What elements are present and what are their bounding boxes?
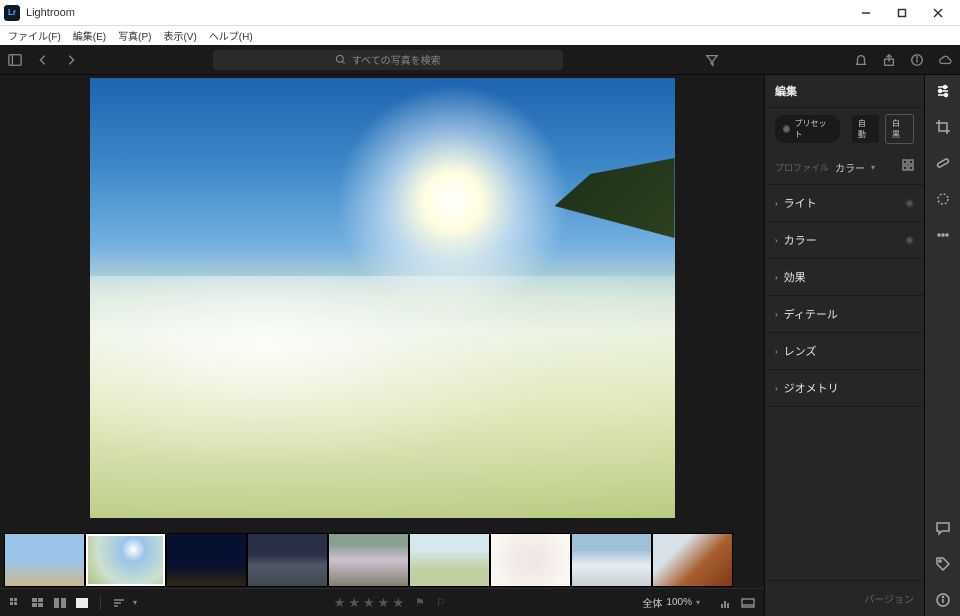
mask-tool-icon[interactable]	[933, 189, 953, 209]
star-rating[interactable]: ★ ★ ★ ★ ★ ⚑ ⚐	[334, 595, 446, 611]
more-tools-icon[interactable]	[933, 225, 953, 245]
single-view-icon[interactable]	[74, 596, 90, 610]
chevron-right-icon: ›	[775, 199, 778, 208]
share-icon[interactable]	[882, 53, 896, 67]
search-input[interactable]: すべての写真を検索	[213, 50, 563, 70]
filter-icon[interactable]	[705, 53, 719, 67]
top-toolbar: すべての写真を検索	[0, 45, 960, 75]
menu-bar: ファイル(F) 編集(E) 写真(P) 表示(V) ヘルプ(H)	[0, 26, 960, 45]
section-effects[interactable]: › 効果	[765, 259, 924, 296]
section-geometry[interactable]: › ジオメトリ	[765, 370, 924, 407]
profile-value: カラー	[835, 160, 865, 175]
panel-toggle-icon[interactable]	[8, 53, 22, 67]
star-icon[interactable]: ★	[363, 595, 375, 611]
window-maximize-button[interactable]	[884, 1, 920, 25]
bw-button[interactable]: 白黒	[885, 114, 914, 144]
photo-canvas[interactable]	[0, 75, 764, 532]
zoom-value[interactable]: 100%	[666, 597, 692, 608]
version-label[interactable]: バージョン	[765, 580, 924, 616]
edit-panel-title: 編集	[765, 75, 924, 108]
grid-view-large-icon[interactable]	[30, 596, 46, 610]
chevron-right-icon: ›	[775, 384, 778, 393]
menu-help[interactable]: ヘルプ(H)	[205, 28, 257, 43]
menu-file[interactable]: ファイル(F)	[4, 28, 65, 43]
star-icon[interactable]: ★	[348, 595, 360, 611]
back-arrow-icon[interactable]	[36, 53, 50, 67]
section-label: カラー	[784, 232, 900, 248]
zoom-fit-label[interactable]: 全体	[642, 595, 662, 610]
flag-pick-icon[interactable]: ⚑	[415, 596, 425, 609]
thumbnail[interactable]	[571, 533, 652, 587]
section-light[interactable]: › ライト ◉	[765, 185, 924, 222]
app-icon: Lr	[4, 5, 20, 21]
profile-browser-icon[interactable]	[902, 158, 914, 176]
preset-button[interactable]: プリセット	[775, 115, 840, 143]
profile-row[interactable]: プロファイル カラー ▾	[765, 150, 924, 185]
window-close-button[interactable]	[920, 1, 956, 25]
preset-label: プリセット	[794, 118, 831, 140]
section-label: 効果	[784, 269, 914, 285]
forward-arrow-icon[interactable]	[64, 53, 78, 67]
auto-button[interactable]: 自動	[852, 115, 879, 143]
separator	[100, 596, 101, 610]
thumbnail[interactable]	[652, 533, 733, 587]
chevron-down-icon[interactable]: ▾	[133, 598, 137, 607]
eye-icon[interactable]: ◉	[905, 198, 914, 209]
section-detail[interactable]: › ディテール	[765, 296, 924, 333]
section-label: ディテール	[784, 306, 914, 322]
profile-label: プロファイル	[775, 161, 829, 174]
bottom-toolbar: ▾ ★ ★ ★ ★ ★ ⚑ ⚐ 全体 100% ▾	[0, 588, 764, 616]
chevron-down-icon[interactable]: ▾	[696, 598, 700, 607]
menu-edit[interactable]: 編集(E)	[69, 28, 110, 43]
section-label: ジオメトリ	[784, 380, 914, 396]
star-icon[interactable]: ★	[392, 595, 404, 611]
flag-reject-icon[interactable]: ⚐	[436, 596, 446, 609]
cloud-sync-icon[interactable]	[938, 53, 952, 67]
comments-icon[interactable]	[933, 518, 953, 538]
eye-icon[interactable]: ◉	[905, 235, 914, 246]
edit-panel: 編集 プリセット 自動 白黒 プロファイル カラー ▾ ›ライト◉ ›カラー◉ …	[764, 75, 924, 616]
preset-icon	[783, 125, 790, 133]
keywords-icon[interactable]	[933, 554, 953, 574]
notification-bell-icon[interactable]	[854, 53, 868, 67]
healing-tool-icon[interactable]	[933, 153, 953, 173]
thumbnail[interactable]	[85, 533, 166, 587]
menu-view[interactable]: 表示(V)	[159, 28, 200, 43]
crop-tool-icon[interactable]	[933, 117, 953, 137]
window-titlebar: Lr Lightroom	[0, 0, 960, 26]
thumbnail[interactable]	[490, 533, 571, 587]
sliders-tool-icon[interactable]	[933, 81, 953, 101]
filmstrip-toggle-icon[interactable]	[740, 596, 756, 610]
section-color[interactable]: › カラー ◉	[765, 222, 924, 259]
window-title: Lightroom	[26, 7, 848, 19]
section-label: レンズ	[784, 343, 914, 359]
window-minimize-button[interactable]	[848, 1, 884, 25]
chevron-down-icon: ▾	[871, 163, 875, 172]
thumbnail[interactable]	[247, 533, 328, 587]
tool-rail	[924, 75, 960, 616]
main-photo	[90, 78, 675, 518]
chevron-right-icon: ›	[775, 347, 778, 356]
menu-photo[interactable]: 写真(P)	[114, 28, 155, 43]
filmstrip[interactable]	[0, 532, 764, 588]
star-icon[interactable]: ★	[334, 595, 346, 611]
thumbnail[interactable]	[4, 533, 85, 587]
section-lens[interactable]: › レンズ	[765, 333, 924, 370]
thumbnail[interactable]	[166, 533, 247, 587]
section-label: ライト	[784, 195, 900, 211]
search-icon	[335, 54, 346, 65]
chevron-right-icon: ›	[775, 310, 778, 319]
sort-icon[interactable]	[111, 596, 127, 610]
histogram-icon[interactable]	[718, 596, 734, 610]
compare-view-icon[interactable]	[52, 596, 68, 610]
info-panel-icon[interactable]	[933, 590, 953, 610]
grid-view-small-icon[interactable]	[8, 596, 24, 610]
search-placeholder: すべての写真を検索	[352, 52, 441, 67]
star-icon[interactable]: ★	[378, 595, 390, 611]
info-icon[interactable]	[910, 53, 924, 67]
thumbnail[interactable]	[409, 533, 490, 587]
chevron-right-icon: ›	[775, 236, 778, 245]
chevron-right-icon: ›	[775, 273, 778, 282]
thumbnail[interactable]	[328, 533, 409, 587]
